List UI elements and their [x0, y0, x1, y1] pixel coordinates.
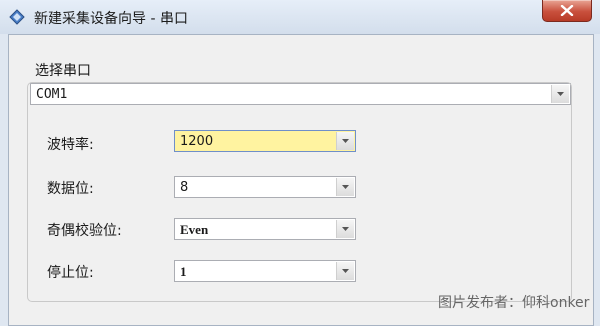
parity-select-value: Even — [180, 222, 209, 237]
baud-select[interactable]: 1200 — [174, 130, 356, 152]
stopbits-select[interactable]: 1 — [174, 260, 356, 282]
stopbits-dropdown-button[interactable] — [336, 262, 354, 280]
chevron-down-icon — [342, 227, 349, 231]
chevron-down-icon — [342, 185, 349, 189]
baud-dropdown-button[interactable] — [336, 132, 354, 150]
watermark: 图片发布者：仰科onker — [438, 295, 590, 311]
parity-label: 奇偶校验位: — [47, 223, 122, 239]
databits-label: 数据位: — [47, 181, 94, 197]
wizard-diamond-icon — [9, 9, 25, 25]
parity-dropdown-button[interactable] — [336, 220, 354, 238]
close-icon — [560, 5, 574, 16]
baud-select-value: 1200 — [180, 134, 214, 149]
parity-select[interactable]: Even — [174, 218, 356, 240]
stopbits-label: 停止位: — [47, 265, 94, 281]
chevron-down-icon — [342, 269, 349, 273]
port-label: 选择串口 — [35, 63, 91, 79]
close-button[interactable] — [542, 0, 592, 22]
databits-select[interactable]: 8 — [174, 176, 356, 198]
databits-select-value: 8 — [180, 180, 189, 195]
title-bar[interactable]: 新建采集设备向导 - 串口 — [0, 0, 600, 34]
stopbits-select-value: 1 — [180, 264, 187, 279]
chevron-down-icon — [342, 139, 349, 143]
window-title: 新建采集设备向导 - 串口 — [34, 11, 188, 27]
baud-label: 波特率: — [47, 137, 94, 153]
databits-dropdown-button[interactable] — [336, 178, 354, 196]
